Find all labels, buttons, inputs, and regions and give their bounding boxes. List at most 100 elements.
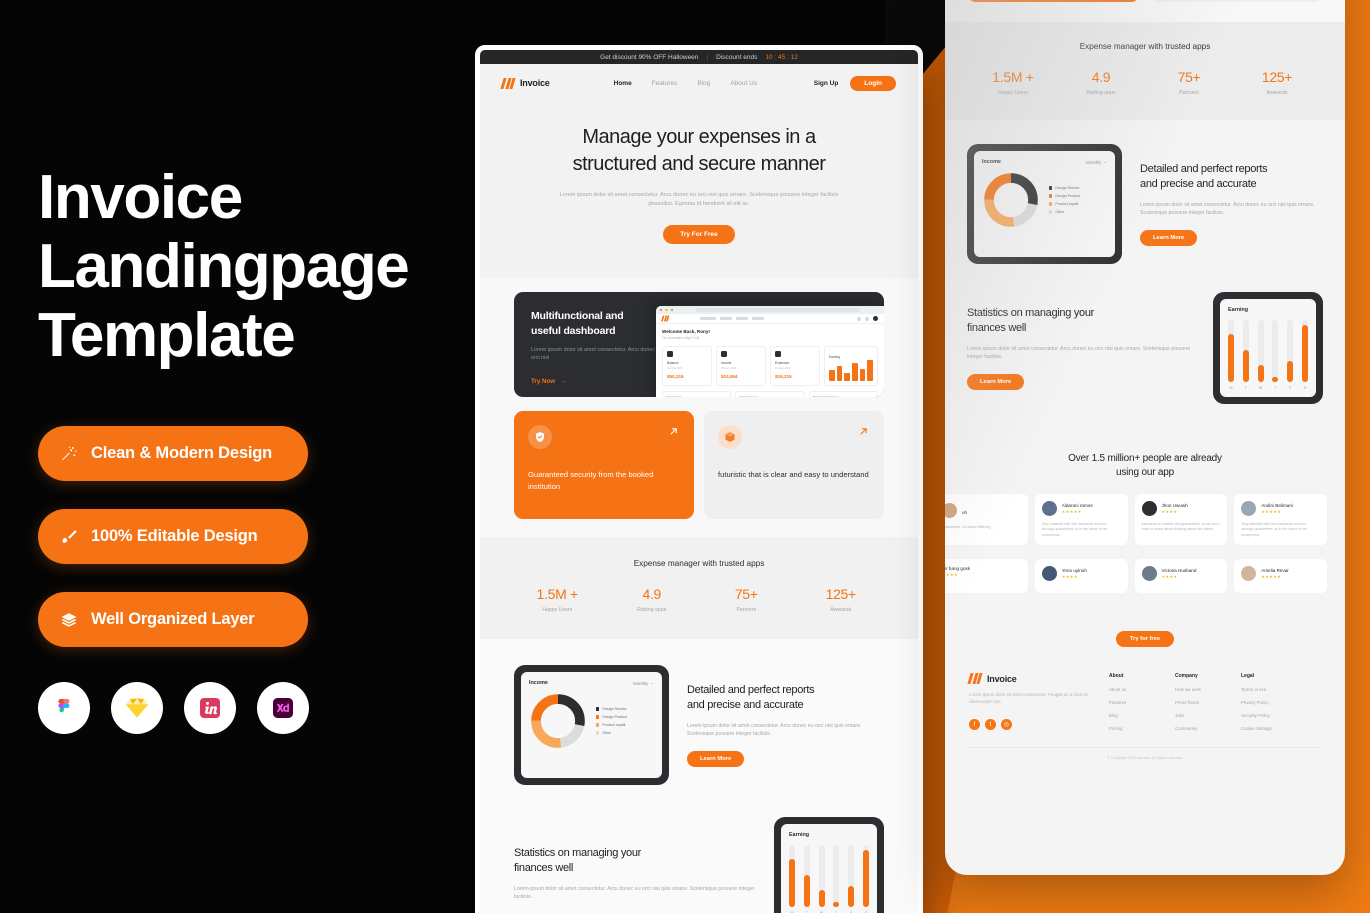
testimonial-name: Jhon Uwuwh: [1161, 503, 1188, 508]
figma-icon[interactable]: [38, 682, 90, 734]
nav-link-about-us[interactable]: About Us: [730, 80, 757, 87]
avatar: [945, 502, 957, 518]
metric-value: $50,215: [667, 373, 684, 379]
footer-link[interactable]: Security Policy: [1241, 713, 1307, 718]
brand-logo[interactable]: Invoice: [967, 673, 1109, 685]
testimonial-header: uh: [945, 501, 1021, 519]
app-nav-item[interactable]: [700, 317, 716, 320]
try-for-free-button[interactable]: Try For Free: [663, 225, 735, 244]
learn-more-button[interactable]: Learn More: [687, 751, 745, 767]
main-landing-page-mockup: Get discount 90% OFF Halloween | Discoun…: [475, 45, 923, 913]
search-icon[interactable]: [857, 316, 861, 321]
bar-f: [1287, 320, 1294, 382]
footer-brand-block: Invoice Lorem ipsum dolor sit amet conse…: [967, 673, 1109, 731]
metric-card: Expenses Primary 2022 $16,215: [770, 346, 820, 386]
earning-widget: Earning M T W T F S: [781, 824, 877, 913]
signup-link[interactable]: Sign Up: [814, 80, 839, 87]
footer-link[interactable]: How we work: [1175, 687, 1241, 692]
feature-pill-editable[interactable]: 100% Editable Design: [38, 509, 308, 564]
legend-label: Product royalti: [602, 723, 626, 727]
twitter-icon[interactable]: t: [985, 719, 996, 731]
reports-paragraph: Lorem ipsum dolor sit amet consectetur. …: [687, 723, 862, 737]
sketch-icon[interactable]: [111, 682, 163, 734]
footer-link[interactable]: Jobs: [1175, 713, 1241, 718]
stats-section: Expense manager with trusted apps 1.5M +…: [945, 22, 1345, 120]
period-select[interactable]: Monthly ⌄: [1086, 159, 1107, 165]
panel-card: Recent Transaction: [808, 391, 878, 397]
stat-partners: 75+ Partners: [1145, 69, 1233, 96]
app-nav-item[interactable]: [736, 317, 748, 320]
reports-paragraph: Lorem ipsum dolor sit amet consectetur. …: [1140, 202, 1315, 216]
countdown-timer: 10 : 45 : 12: [765, 53, 798, 61]
bell-icon[interactable]: [865, 316, 869, 321]
earning-tablet-mockup: Earning M T W T F S: [774, 817, 884, 913]
feature-card-security[interactable]: Guaranteed security from the booked inst…: [514, 411, 694, 519]
earning-mini-chart: Earning: [824, 346, 878, 386]
instagram-icon[interactable]: ◎: [1001, 719, 1012, 731]
adobe-xd-icon[interactable]: [257, 682, 309, 734]
metric-title: Balance: [667, 361, 679, 365]
brand-logo[interactable]: Invoice: [500, 77, 550, 89]
nav-actions: Sign Up Login: [814, 75, 896, 91]
learn-more-button[interactable]: Learn More: [1140, 230, 1198, 246]
hero-paragraph: Lorem ipsum dolor sit amet consectetur. …: [559, 192, 839, 207]
learn-more-button[interactable]: Learn More: [967, 374, 1025, 390]
nav-link-features[interactable]: Features: [652, 80, 678, 87]
footer-link[interactable]: Features: [1109, 700, 1175, 705]
browser-chrome: [656, 306, 884, 314]
brand-name: Invoice: [520, 78, 550, 88]
stat-ratting-apps: 4.9 Ratting apps: [605, 586, 700, 613]
footer-link[interactable]: Privacy Policy: [1241, 700, 1307, 705]
testimonial-row-2: Sir bang gosk ★★★★ Yono uyinuh ★★★★: [945, 559, 1327, 594]
reports-section: Income Monthly ⌄ Design Service Design P…: [945, 120, 1345, 282]
stat-value: 1.5M +: [992, 69, 1034, 85]
feature-pill-label: 100% Editable Design: [91, 527, 258, 545]
stats-row: 1.5M + Happy Users 4.9 Ratting apps 75+ …: [510, 586, 888, 613]
testimonial-body: Very satisfied with this insurance servi…: [1241, 522, 1307, 537]
app-nav-item[interactable]: [752, 317, 764, 320]
footer-link[interactable]: Blog: [1109, 713, 1175, 718]
period-select[interactable]: Monthly ⌄: [633, 680, 654, 686]
feature-card-security[interactable]: Guaranteed security from the booked inst…: [967, 0, 1140, 2]
edit-pen-icon: [60, 528, 78, 546]
try-for-free-button[interactable]: Try for free: [1115, 631, 1175, 648]
footer-link[interactable]: Press Room: [1175, 700, 1241, 705]
metric-value: $16,215: [775, 373, 792, 379]
avatar[interactable]: [873, 316, 878, 321]
dashboard-heading-line-1: Multifunctional and: [531, 310, 624, 322]
login-button[interactable]: Login: [850, 75, 896, 91]
feature-pill-clean-modern[interactable]: Clean & Modern Design: [38, 426, 308, 481]
feature-pill-organized-layer[interactable]: Well Organized Layer: [38, 592, 308, 647]
legend-label: Design Service: [602, 707, 627, 711]
footer-column-legal: Legal Terms of use Privacy Policy Securi…: [1241, 673, 1307, 731]
footer-link[interactable]: Cookie Settings: [1241, 726, 1307, 731]
chevron-down-icon: ⌄: [1103, 159, 1107, 164]
footer-link[interactable]: Terms of use: [1241, 687, 1307, 692]
feature-card-futuristic[interactable]: futuristic that is clear and easy to und…: [704, 411, 884, 519]
app-nav-item[interactable]: [720, 317, 732, 320]
feature-pill-label: Clean & Modern Design: [91, 444, 272, 462]
footer-link[interactable]: Community: [1175, 726, 1241, 731]
invision-icon[interactable]: [184, 682, 236, 734]
income-widget: Income Monthly ⌄ Design Service Design P…: [974, 151, 1115, 257]
stat-label: Ratting apps: [1086, 90, 1116, 96]
income-chart-area: Design Service Design Product Product ro…: [982, 171, 1107, 229]
invoice-logo-icon: [500, 77, 516, 89]
metric-sub: Primary 2022: [775, 366, 791, 370]
testimonial-name: Yono uyinuh: [1061, 568, 1087, 574]
feature-card-futuristic[interactable]: futuristic that is clear and easy to und…: [1150, 0, 1323, 2]
footer-link[interactable]: Pricing: [1109, 726, 1175, 731]
url-bar[interactable]: [696, 308, 860, 312]
feature-pill-list: Clean & Modern Design 100% Editable Desi…: [38, 426, 458, 647]
facebook-icon[interactable]: f: [969, 719, 980, 731]
nav-link-home[interactable]: Home: [614, 80, 632, 87]
footer-column-title: Company: [1175, 673, 1198, 680]
nav-link-blog[interactable]: Blog: [697, 80, 710, 87]
try-now-label: Try Now: [531, 378, 556, 385]
try-now-link[interactable]: Try Now →: [531, 378, 664, 385]
social-links: f t ◎: [969, 719, 1109, 731]
bar-m: [789, 845, 795, 907]
footer-link[interactable]: About us: [1109, 687, 1175, 692]
dashboard-paragraph: Lorem ipsum dolor sit amet consectetur. …: [531, 347, 663, 361]
expense-icon: [775, 351, 781, 357]
